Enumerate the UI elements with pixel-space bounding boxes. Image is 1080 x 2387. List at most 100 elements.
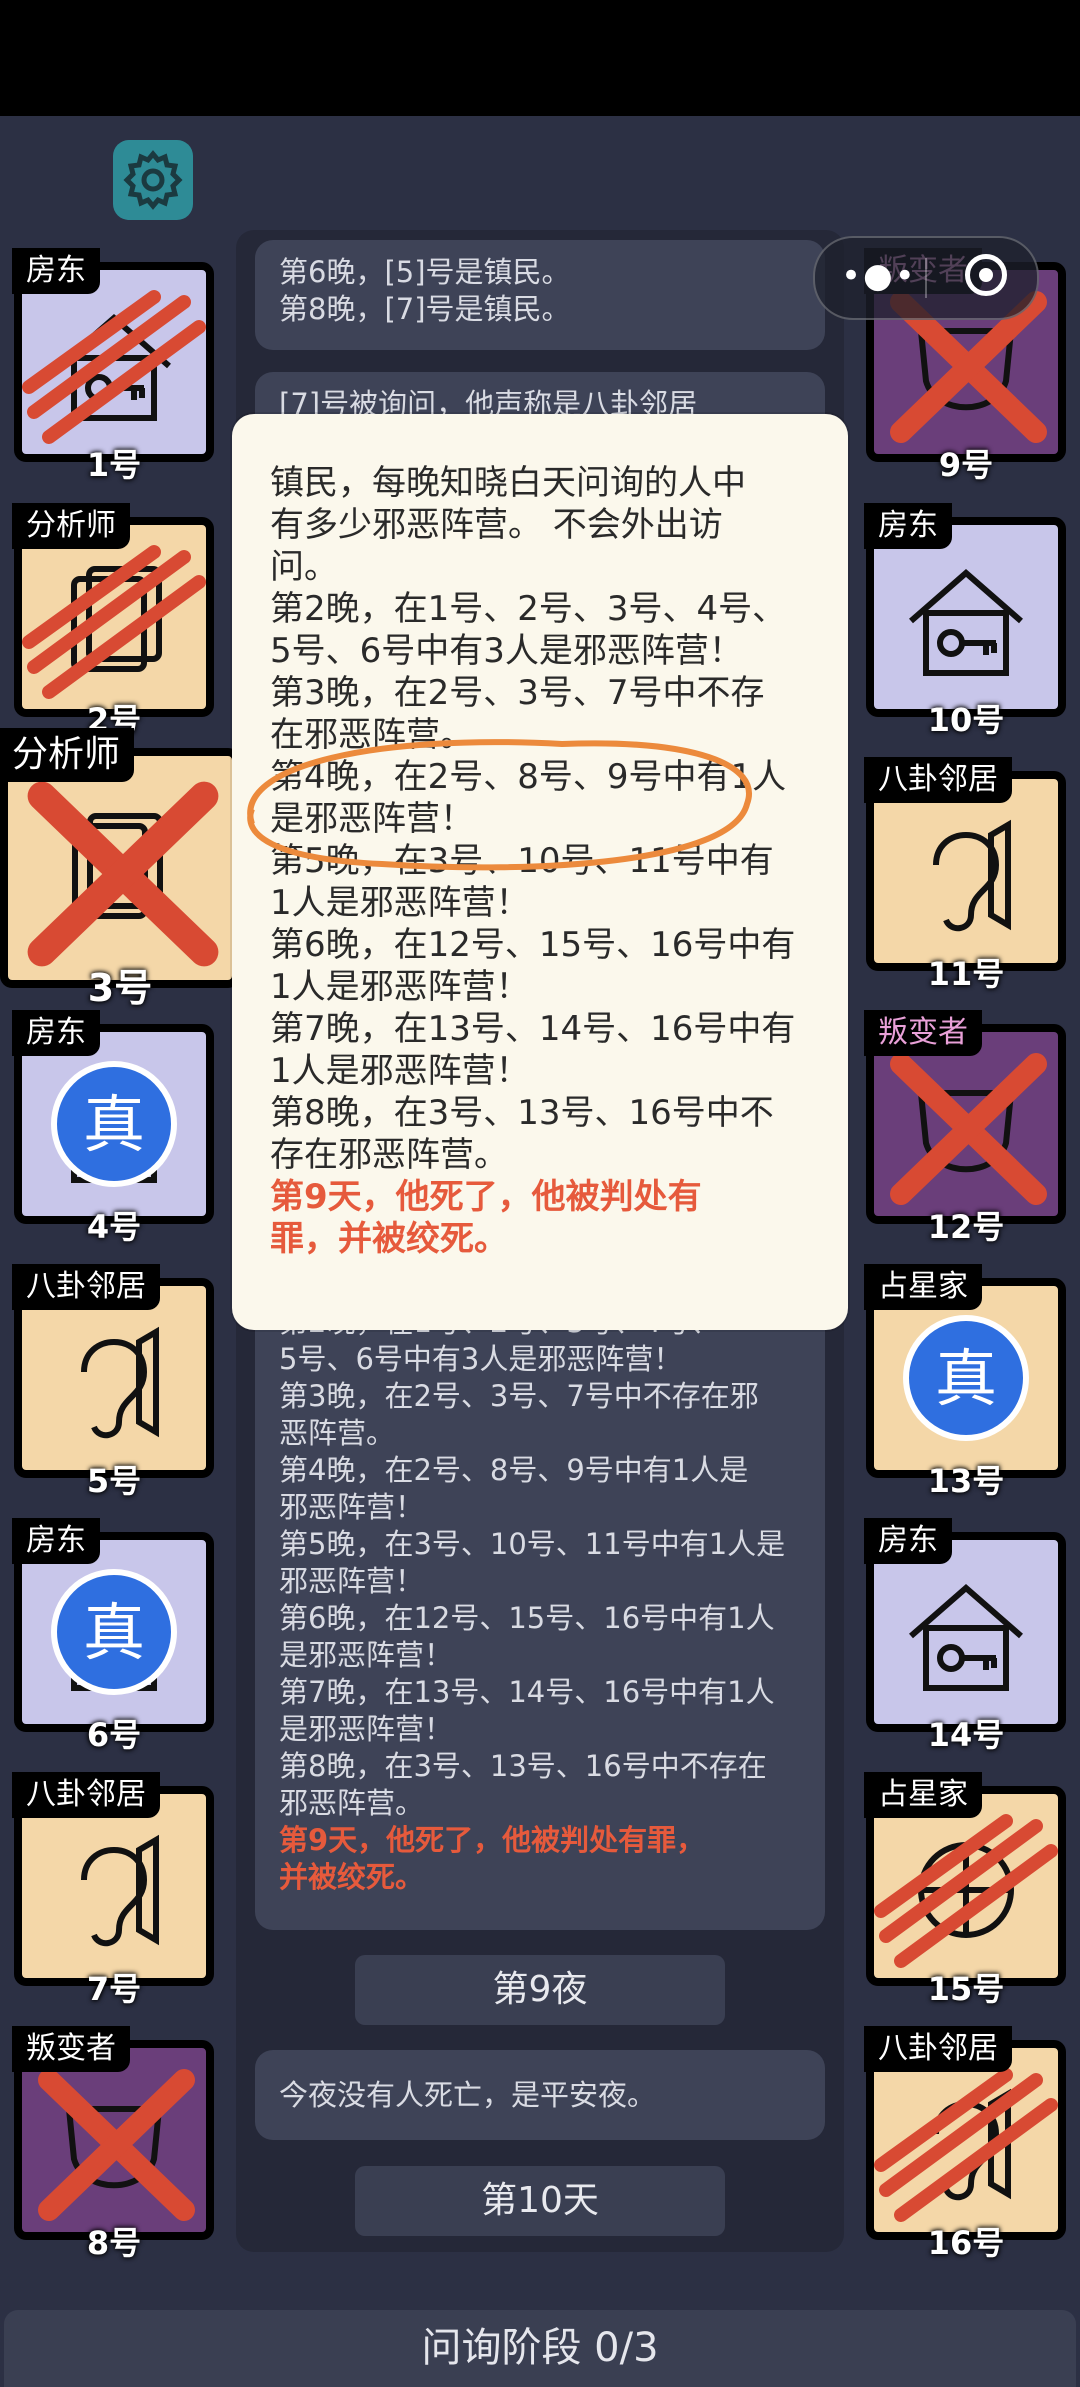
log-line: 第6晚，在12号、15号、16号中有1人 xyxy=(279,1601,775,1635)
popup-verdict-line: 罪，并被绞死。 xyxy=(270,1219,508,1259)
settings-button[interactable] xyxy=(113,140,193,220)
log-line-verdict: 并被绞死。 xyxy=(279,1860,425,1894)
day-divider: 第10天 xyxy=(355,2166,725,2236)
player-card-4[interactable]: 真 房东 4号 xyxy=(12,1010,214,1246)
player-number: 12号 xyxy=(927,1208,1005,1246)
house-key-icon xyxy=(909,1584,1023,1691)
popup-line: 1人是邪恶阵营！ xyxy=(270,883,530,923)
role-label: 占星家 xyxy=(864,1772,982,1818)
popup-line: 第3晚，在2号、3号、7号中不存 xyxy=(270,673,765,713)
player-card-1[interactable]: 房东 1号 xyxy=(12,248,214,484)
role-label: 分析师 xyxy=(12,503,130,549)
role-label: 八卦邻居 xyxy=(864,2026,1012,2072)
popup-line: 1人是邪恶阵营！ xyxy=(270,1051,530,1091)
popup-line: 第2晚，在1号、2号、3号、4号、 xyxy=(270,589,787,629)
player-number: 10号 xyxy=(927,701,1005,739)
role-label: 分析师 xyxy=(0,728,135,782)
verified-badge-text: 真 xyxy=(83,1088,145,1161)
player-number: 15号 xyxy=(927,1970,1005,2008)
log-line: 是邪恶阵营！ xyxy=(279,1638,454,1672)
role-label: 房东 xyxy=(864,503,952,549)
popup-line: 1人是邪恶阵营！ xyxy=(270,967,530,1007)
player-card-2[interactable]: 分析师 2号 xyxy=(12,503,214,739)
player-number: 13号 xyxy=(927,1462,1005,1500)
role-label: 八卦邻居 xyxy=(12,1264,160,1310)
gear-icon xyxy=(123,150,183,210)
popup-line: 存在邪恶阵营。 xyxy=(270,1135,508,1175)
player-number: 6号 xyxy=(86,1716,142,1754)
player-number: 5号 xyxy=(86,1462,142,1500)
role-label: 叛变者 xyxy=(864,1010,982,1056)
player-card-11[interactable]: 八卦邻居 11号 xyxy=(864,757,1066,993)
popup-verdict-line: 第9天，他死了，他被判处有 xyxy=(270,1177,702,1217)
role-label: 叛变者 xyxy=(12,2026,130,2072)
role-label: 八卦邻居 xyxy=(12,1772,160,1818)
log-line: 第8晚，在3号、13号、16号中不存在 xyxy=(279,1749,767,1783)
player-card-13[interactable]: 真 占星家 13号 xyxy=(864,1264,1066,1500)
house-key-icon xyxy=(909,569,1023,676)
player-card-8[interactable]: 叛变者 8号 xyxy=(12,2026,214,2262)
hand-drawn-highlight-circle xyxy=(247,739,752,871)
role-label: 房东 xyxy=(12,1010,100,1056)
role-label: 房东 xyxy=(12,248,100,294)
log-line: 邪恶阵营！ xyxy=(279,1564,425,1598)
log-line: 5号、6号中有3人是邪恶阵营！ xyxy=(279,1342,683,1376)
night-divider: 第9夜 xyxy=(355,1955,725,2025)
player-info-popup[interactable]: 镇民，每晚知晓白天问询的人中 有多少邪恶阵营。 不会外出访 问。 第2晚，在1号… xyxy=(232,414,848,1330)
popup-line: 5号、6号中有3人是邪恶阵营！ xyxy=(270,631,743,671)
player-number: 9号 xyxy=(938,446,994,484)
three-dots-icon[interactable]: •●• xyxy=(841,256,917,296)
status-bar xyxy=(0,0,1080,116)
player-card-14[interactable]: 房东 14号 xyxy=(864,1518,1066,1754)
popup-line: 第8晚，在3号、13号、16号中不 xyxy=(270,1093,774,1133)
ear-icon xyxy=(933,819,1011,932)
log-line: 邪恶阵营。 xyxy=(279,1786,425,1820)
log-line: 第4晚，在2号、8号、9号中有1人是 xyxy=(279,1453,749,1487)
log-line: 恶阵营。 xyxy=(279,1416,396,1450)
phase-status-bar: 问询阶段 0/3 xyxy=(4,2310,1076,2387)
popup-line: 第7晚，在13号、14号、16号中有 xyxy=(270,1009,796,1049)
role-label: 房东 xyxy=(12,1518,100,1564)
log-line: 第5晚，在3号、10号、11号中有1人是 xyxy=(279,1527,786,1561)
log-line: 第3晚，在2号、3号、7号中不存在邪 xyxy=(279,1379,759,1413)
player-card-7[interactable]: 八卦邻居 7号 xyxy=(12,1772,214,2008)
role-label: 房东 xyxy=(864,1518,952,1564)
ear-icon xyxy=(81,1834,159,1947)
popup-line: 镇民，每晚知晓白天问询的人中 xyxy=(270,463,746,503)
popup-line: 问。 xyxy=(270,547,338,587)
player-number: 4号 xyxy=(86,1208,142,1246)
log-line: 第7晚，在13号、14号、16号中有1人 xyxy=(279,1675,775,1709)
player-card-16[interactable]: 八卦邻居 16号 xyxy=(864,2026,1066,2262)
verified-badge-text: 真 xyxy=(83,1596,145,1669)
player-card-15[interactable]: 占星家 15号 xyxy=(864,1772,1066,2008)
player-number: 7号 xyxy=(86,1970,142,2008)
popup-line: 第6晚，在12号、15号、16号中有 xyxy=(270,925,796,965)
log-line: 第6晚，[5]号是镇民。 xyxy=(279,255,571,289)
player-card-3[interactable]: 分析师 3号 xyxy=(0,728,240,1010)
mini-program-capsule: •●• xyxy=(813,236,1039,320)
log-bubble-3: 第2晚，在1号、2号、3号、4号、 5号、6号中有3人是邪恶阵营！ 第3晚，在2… xyxy=(255,1290,825,1930)
player-number: 1号 xyxy=(86,446,142,484)
log-line: 是邪恶阵营！ xyxy=(279,1712,454,1746)
log-line: 邪恶阵营！ xyxy=(279,1490,425,1524)
target-circle-icon[interactable] xyxy=(965,254,1007,296)
log-line: 今夜没有人死亡，是平安夜。 xyxy=(279,2078,657,2112)
player-number: 3号 xyxy=(87,966,153,1010)
verified-badge-text: 真 xyxy=(935,1342,997,1415)
player-number: 14号 xyxy=(927,1716,1005,1754)
player-number: 16号 xyxy=(927,2224,1005,2262)
player-card-6[interactable]: 真 房东 6号 xyxy=(12,1518,214,1754)
popup-line: 有多少邪恶阵营。 不会外出访 xyxy=(270,505,723,545)
player-card-12[interactable]: 叛变者 12号 xyxy=(864,1010,1066,1246)
log-line: 第8晚，[7]号是镇民。 xyxy=(279,292,571,326)
player-card-5[interactable]: 八卦邻居 5号 xyxy=(12,1264,214,1500)
role-label: 八卦邻居 xyxy=(864,757,1012,803)
player-card-10[interactable]: 房东 10号 xyxy=(864,503,1066,739)
ear-icon xyxy=(81,1326,159,1439)
dead-x-icon xyxy=(27,781,219,967)
role-label: 占星家 xyxy=(864,1264,982,1310)
log-bubble-1: 第6晚，[5]号是镇民。 第8晚，[7]号是镇民。 xyxy=(255,240,825,350)
log-bubble-night: 今夜没有人死亡，是平安夜。 xyxy=(255,2050,825,2140)
player-number: 11号 xyxy=(927,955,1005,993)
log-line-verdict: 第9天，他死了，他被判处有罪， xyxy=(279,1823,706,1857)
